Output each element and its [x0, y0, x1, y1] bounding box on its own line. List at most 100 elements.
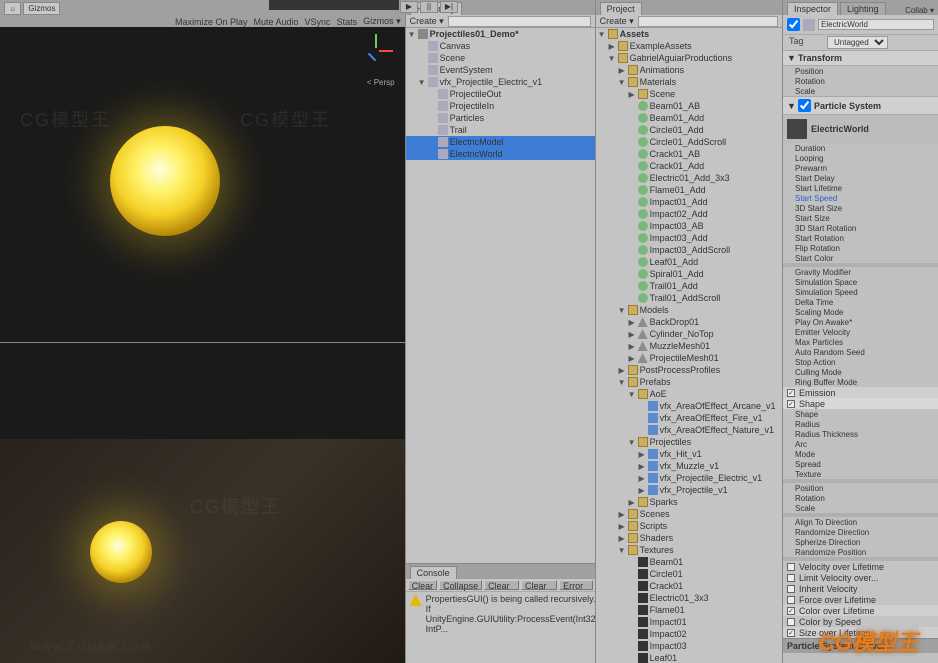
ps-prop-looping[interactable]: Looping [783, 153, 938, 163]
project-item[interactable]: Circle01_Add [596, 124, 782, 136]
project-item[interactable]: Impact03_AB [596, 220, 782, 232]
ps-module-force-over-lifetime[interactable]: Force over Lifetime [783, 594, 938, 605]
gameobject-name-input[interactable] [818, 19, 934, 30]
ps-prop-play-on-awake-[interactable]: Play On Awake* [783, 317, 938, 327]
hierarchy-item[interactable]: Particles [406, 112, 595, 124]
project-item[interactable]: ▶Shaders [596, 532, 782, 544]
hierarchy-item[interactable]: ElectricModel [406, 136, 595, 148]
ps-module-shape[interactable]: ✓Shape [783, 398, 938, 409]
project-item[interactable]: ▶BackDrop01 [596, 316, 782, 328]
assets-root-row[interactable]: ▼Assets [596, 28, 782, 40]
ps-prop-start-rotation[interactable]: Start Rotation [783, 233, 938, 243]
project-item[interactable]: Beam01_Add [596, 112, 782, 124]
ps-prop-align-to-direction[interactable]: Align To Direction [783, 517, 938, 527]
project-item[interactable]: ▼GabrielAguiarProductions [596, 52, 782, 64]
project-item[interactable]: ▶Sparks [596, 496, 782, 508]
ps-prop-gravity-modifier[interactable]: Gravity Modifier [783, 267, 938, 277]
ps-prop-ring-buffer-mode[interactable]: Ring Buffer Mode [783, 377, 938, 387]
ps-prop-duration[interactable]: Duration [783, 143, 938, 153]
rotation-row[interactable]: Rotation [783, 76, 938, 86]
ps-prop-stop-action[interactable]: Stop Action [783, 357, 938, 367]
gameobject-active-checkbox[interactable] [787, 18, 800, 31]
module-checkbox[interactable]: ✓ [787, 629, 795, 637]
hierarchy-item[interactable]: Scene [406, 52, 595, 64]
ps-prop-rotation[interactable]: Rotation [783, 493, 938, 503]
ps-prop-flip-rotation[interactable]: Flip Rotation [783, 243, 938, 253]
position-row[interactable]: Position [783, 66, 938, 76]
hierarchy-item[interactable]: Trail [406, 124, 595, 136]
console-collapse-button[interactable]: Collapse [439, 580, 482, 590]
hierarchy-item[interactable]: Canvas [406, 40, 595, 52]
module-checkbox[interactable] [787, 585, 795, 593]
project-item[interactable]: vfx_AreaOfEffect_Nature_v1 [596, 424, 782, 436]
project-item[interactable]: vfx_AreaOfEffect_Arcane_v1 [596, 400, 782, 412]
project-item[interactable]: Leaf01 [596, 652, 782, 663]
project-item[interactable]: Spiral01_Add [596, 268, 782, 280]
ps-prop-start-lifetime[interactable]: Start Lifetime [783, 183, 938, 193]
project-item[interactable]: ▶Animations [596, 64, 782, 76]
module-checkbox[interactable]: ✓ [787, 389, 795, 397]
project-item[interactable]: Circle01_AddScroll [596, 136, 782, 148]
hierarchy-item[interactable]: EventSystem [406, 64, 595, 76]
ps-prop-shape[interactable]: Shape [783, 409, 938, 419]
module-checkbox[interactable] [787, 596, 795, 604]
scene-gizmos-button[interactable]: Gizmos [23, 2, 60, 15]
module-checkbox[interactable] [787, 618, 795, 626]
project-item[interactable]: Impact01_Add [596, 196, 782, 208]
ps-prop-start-speed[interactable]: Start Speed [783, 193, 938, 203]
project-item[interactable]: ▶PostProcessProfiles [596, 364, 782, 376]
ps-prop-spherize-direction[interactable]: Spherize Direction [783, 537, 938, 547]
project-item[interactable]: Electric01_3x3 [596, 592, 782, 604]
mute-audio-toggle[interactable]: Mute Audio [254, 17, 299, 27]
ps-prop-position[interactable]: Position [783, 483, 938, 493]
project-item[interactable]: ▶ExampleAssets [596, 40, 782, 52]
axis-y-icon[interactable] [375, 34, 377, 48]
hierarchy-item[interactable]: ElectricWorld [406, 148, 595, 160]
project-item[interactable]: Trail01_AddScroll [596, 292, 782, 304]
ps-module-velocity-over-lifetime[interactable]: Velocity over Lifetime [783, 561, 938, 572]
ps-enabled-checkbox[interactable] [798, 99, 811, 112]
console-warning-row[interactable]: PropertiesGUI() is being called recursiv… [410, 594, 591, 634]
scale-row[interactable]: Scale [783, 86, 938, 96]
ps-prop-culling-mode[interactable]: Culling Mode [783, 367, 938, 377]
project-item[interactable]: ▶ProjectileMesh01 [596, 352, 782, 364]
console-tab[interactable]: Console [410, 566, 457, 579]
ps-prop-max-particles[interactable]: Max Particles [783, 337, 938, 347]
console-clear-button[interactable]: Clear ▾ [408, 580, 438, 590]
project-item[interactable]: Impact02_Add [596, 208, 782, 220]
ps-prop-randomize-direction[interactable]: Randomize Direction [783, 527, 938, 537]
ps-module-limit-velocity-over-[interactable]: Limit Velocity over... [783, 572, 938, 583]
inspector-tab[interactable]: Inspector [787, 2, 838, 15]
orientation-gizmo[interactable] [357, 34, 397, 74]
ps-prop-start-delay[interactable]: Start Delay [783, 173, 938, 183]
project-item[interactable]: ▶Scenes [596, 508, 782, 520]
project-item[interactable]: Circle01 [596, 568, 782, 580]
project-item[interactable]: Impact02 [596, 628, 782, 640]
gizmos-dropdown[interactable]: Gizmos ▾ [363, 16, 401, 27]
pause-button[interactable]: || [420, 1, 438, 13]
project-item[interactable]: Beam01_AB [596, 100, 782, 112]
collab-dropdown[interactable]: Collab ▾ [905, 6, 934, 15]
project-item[interactable]: ▼Materials [596, 76, 782, 88]
step-button[interactable]: ▶| [440, 1, 458, 13]
hierarchy-tree[interactable]: ▼Projectiles01_Demo* CanvasSceneEventSys… [406, 28, 595, 563]
project-item[interactable]: ▶vfx_Projectile_v1 [596, 484, 782, 496]
perspective-label[interactable]: < Persp [367, 78, 395, 87]
particle-system-component-header[interactable]: ▼Particle System [783, 96, 938, 115]
project-item[interactable]: ▼AoE [596, 388, 782, 400]
lighting-tab[interactable]: Lighting [840, 2, 886, 15]
ps-prop-arc[interactable]: Arc [783, 439, 938, 449]
ps-prop-texture[interactable]: Texture [783, 469, 938, 479]
project-item[interactable]: Impact03 [596, 640, 782, 652]
project-item[interactable]: Crack01_AB [596, 148, 782, 160]
project-tree[interactable]: ▼Assets ▶ExampleAssets▼GabrielAguiarProd… [596, 28, 782, 663]
scene-dropdown[interactable]: ☼ [4, 2, 21, 15]
ps-prop-3d-start-rotation[interactable]: 3D Start Rotation [783, 223, 938, 233]
scene-root-row[interactable]: ▼Projectiles01_Demo* [406, 28, 595, 40]
hierarchy-item[interactable]: ▼vfx_Projectile_Electric_v1 [406, 76, 595, 88]
ps-prop-spread[interactable]: Spread [783, 459, 938, 469]
project-item[interactable]: ▼Prefabs [596, 376, 782, 388]
console-error-pause-button[interactable]: Error Pause [559, 580, 593, 590]
module-checkbox[interactable]: ✓ [787, 400, 795, 408]
project-item[interactable]: Electric01_Add_3x3 [596, 172, 782, 184]
